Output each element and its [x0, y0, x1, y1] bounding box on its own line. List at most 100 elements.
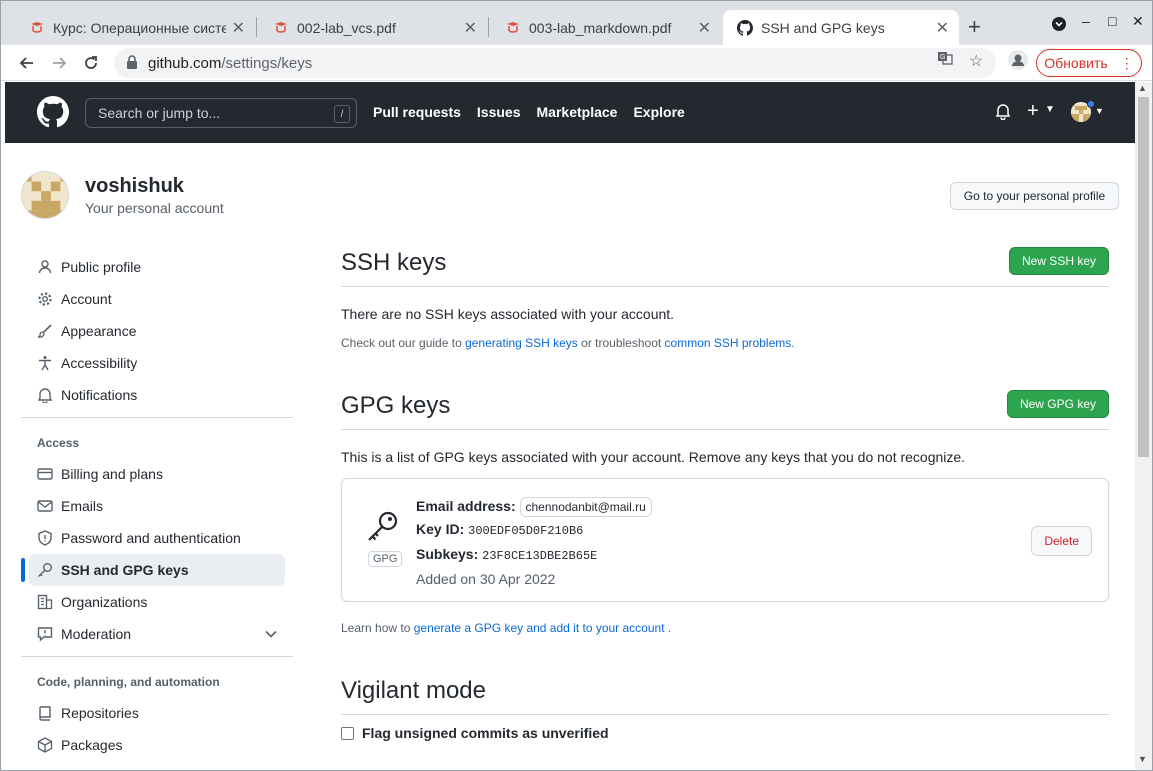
sidebar-divider — [21, 417, 293, 418]
tab-course[interactable]: Курс: Операционные системы ✕ — [15, 10, 255, 45]
gpg-added-date: Added on 30 Apr 2022 — [416, 571, 556, 587]
gpg-key-details: Email address: chennodanbit@mail.ru Key … — [416, 495, 652, 591]
sidebar-item-notifications[interactable]: Notifications — [21, 379, 293, 411]
search-input[interactable]: Search or jump to... / — [85, 98, 357, 128]
gpg-keys-title: GPG keys — [341, 392, 451, 419]
sidebar-item-ssh-gpg-keys[interactable]: SSH and GPG keys — [21, 554, 285, 586]
chevron-down-icon[interactable] — [265, 627, 277, 641]
ssh-keys-title: SSH keys — [341, 249, 447, 276]
sidebar-item-account[interactable]: Account — [21, 283, 293, 315]
create-new-icon[interactable]: + — [1027, 100, 1039, 123]
vigilant-checkbox[interactable] — [341, 726, 354, 740]
new-ssh-key-button[interactable]: New SSH key — [1008, 247, 1109, 275]
lock-icon[interactable] — [126, 54, 138, 72]
close-icon[interactable]: ✕ — [232, 18, 245, 38]
delete-gpg-key-button[interactable]: Delete — [1031, 526, 1092, 556]
gpg-key-card: GPG Email address: chennodanbit@mail.ru … — [341, 478, 1109, 602]
avatar[interactable] — [21, 171, 69, 219]
chevron-down-icon[interactable]: ▼ — [1045, 104, 1055, 115]
browser-window: Курс: Операционные системы ✕ 002-lab_vcs… — [0, 0, 1153, 771]
sidebar-item-public-profile[interactable]: Public profile — [21, 251, 293, 283]
sidebar-item-billing[interactable]: Billing and plans — [21, 458, 293, 490]
update-browser-button[interactable]: Обновить ⋮ — [1036, 49, 1142, 77]
arrow-right-icon — [53, 57, 67, 69]
search-shortcut-badge: / — [334, 105, 350, 123]
nav-marketplace[interactable]: Marketplace — [537, 104, 618, 120]
go-to-profile-button[interactable]: Go to your personal profile — [950, 182, 1119, 210]
forward-button[interactable] — [47, 51, 71, 75]
url-path: /settings/keys — [221, 54, 313, 72]
bookmark-star-icon[interactable]: ☆ — [969, 51, 983, 71]
sidebar-item-organizations[interactable]: Organizations — [21, 586, 293, 618]
tab-lab-markdown[interactable]: 003-lab_markdown.pdf ✕ — [491, 10, 721, 45]
update-label: Обновить — [1044, 55, 1108, 71]
more-vert-icon: ⋮ — [1119, 54, 1134, 71]
tab-strip: Курс: Операционные системы ✕ 002-lab_vcs… — [1, 1, 1152, 45]
reload-button[interactable] — [79, 51, 103, 75]
sidebar-item-label: Appearance — [61, 323, 137, 339]
sidebar-item-moderation[interactable]: Moderation — [21, 618, 293, 650]
header-nav: Pull requests Issues Marketplace Explore — [373, 104, 685, 120]
gpg-learn-text: Learn how to generate a GPG key and add … — [341, 621, 1109, 635]
subkeys-label: Subkeys: — [416, 546, 479, 562]
sidebar-item-accessibility[interactable]: Accessibility — [21, 347, 293, 379]
close-icon[interactable]: ✕ — [464, 18, 477, 38]
maximize-icon[interactable]: □ — [1108, 13, 1116, 29]
minimize-icon[interactable]: – — [1082, 13, 1090, 29]
sidebar-item-emails[interactable]: Emails — [21, 490, 293, 522]
gpg-section-header: GPG keys New GPG key — [341, 390, 1109, 430]
tab-lab-vcs[interactable]: 002-lab_vcs.pdf ✕ — [259, 10, 487, 45]
profile-icon[interactable] — [1008, 50, 1028, 75]
sidebar-item-appearance[interactable]: Appearance — [21, 315, 293, 347]
url-text: github.com/settings/keys — [148, 55, 312, 72]
tab-divider — [256, 17, 257, 37]
sidebar-divider — [21, 656, 293, 657]
close-window-icon[interactable]: ✕ — [1132, 13, 1144, 30]
sidebar-item-label: Accessibility — [61, 355, 138, 371]
gpg-intro-text: This is a list of GPG keys associated wi… — [341, 449, 966, 465]
new-tab-button[interactable]: + — [968, 14, 981, 40]
bell-icon — [37, 387, 53, 403]
generate-gpg-key-link[interactable]: generate a GPG key and add it to your ac… — [414, 621, 665, 635]
nav-explore[interactable]: Explore — [633, 104, 684, 120]
nav-issues[interactable]: Issues — [477, 104, 521, 120]
ssh-guide-prefix: Check out our guide to — [341, 336, 466, 350]
search-placeholder: Search or jump to... — [98, 105, 221, 121]
tab-title: 003-lab_markdown.pdf — [529, 19, 672, 36]
close-icon[interactable]: ✕ — [698, 18, 711, 38]
sidebar-item-packages[interactable]: Packages — [21, 729, 293, 761]
generating-ssh-keys-link[interactable]: generating SSH keys — [465, 336, 578, 350]
ssh-problems-link[interactable]: common SSH problems — [665, 336, 792, 350]
nav-pull-requests[interactable]: Pull requests — [373, 104, 461, 120]
tab-title: Курс: Операционные системы — [53, 19, 226, 36]
new-gpg-key-button[interactable]: New GPG key — [1006, 390, 1109, 418]
gpg-email: chennodanbit@mail.ru — [519, 497, 652, 517]
scroll-up-icon[interactable]: ▲ — [1138, 83, 1147, 93]
credit-card-icon — [37, 466, 53, 482]
tab-divider — [488, 17, 489, 37]
vigilant-checkbox-label[interactable]: Flag unsigned commits as unverified — [362, 725, 609, 741]
ssh-guide-suffix: . — [791, 336, 795, 350]
vigilant-checkbox-row[interactable]: Flag unsigned commits as unverified — [341, 725, 1109, 741]
close-icon[interactable]: ✕ — [936, 18, 949, 38]
sidebar-item-repositories[interactable]: Repositories — [21, 697, 293, 729]
github-logo-icon[interactable] — [37, 96, 69, 128]
translate-icon[interactable]: G — [937, 50, 953, 71]
account-username[interactable]: voshishuk — [85, 175, 184, 198]
sidebar-heading-code: Code, planning, and automation — [37, 675, 220, 689]
package-icon — [37, 737, 53, 753]
sidebar-heading-access: Access — [37, 436, 80, 450]
sidebar-item-password[interactable]: Password and authentication — [21, 522, 293, 554]
vigilant-section-header: Vigilant mode — [341, 675, 1109, 715]
scrollbar-thumb[interactable] — [1138, 97, 1149, 457]
tab-search-icon[interactable] — [1051, 16, 1067, 35]
sidebar-item-label: Packages — [61, 737, 123, 753]
address-bar[interactable]: github.com/settings/keys — [114, 48, 996, 78]
back-button[interactable] — [15, 51, 39, 75]
bell-icon[interactable] — [995, 102, 1011, 125]
tab-ssh-gpg[interactable]: SSH and GPG keys ✕ — [723, 10, 959, 45]
key-id-label: Key ID: — [416, 521, 465, 537]
gpg-subkeys: 23F8CE13DBE2B65E — [482, 549, 598, 563]
scroll-down-icon[interactable]: ▼ — [1138, 754, 1147, 764]
chevron-down-icon[interactable]: ▼ — [1095, 106, 1104, 116]
